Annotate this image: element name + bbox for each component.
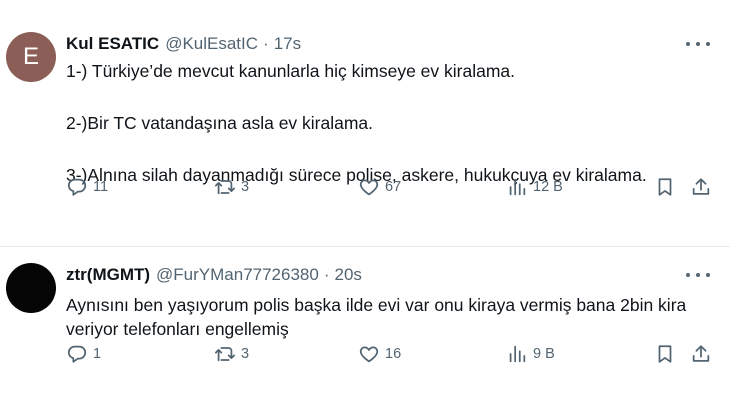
tweet-text: Aynısını ben yaşıyorum polis başka ilde … bbox=[66, 293, 714, 341]
bookmark-button[interactable] bbox=[654, 343, 676, 365]
like-count: 16 bbox=[385, 346, 402, 362]
views-chart-icon bbox=[509, 345, 526, 363]
tweet-content: ztr(MGMT) @FurYMan77726380 · 20s Aynısın… bbox=[66, 263, 714, 420]
handle[interactable]: @FurYMan77726380 bbox=[156, 263, 319, 287]
retweet-icon bbox=[214, 180, 236, 195]
tweet-header: Kul ESATIC @KulEsatIC · 17s bbox=[66, 32, 714, 56]
views-button[interactable]: 12 B bbox=[506, 176, 563, 198]
handle[interactable]: @KulEsatIC bbox=[165, 32, 258, 56]
tweet-header: ztr(MGMT) @FurYMan77726380 · 20s bbox=[66, 263, 714, 287]
retweet-count: 3 bbox=[241, 346, 250, 362]
tweet-text-line: 2-)Bir TC vatandaşına asla ev kiralama. bbox=[66, 113, 374, 133]
retweet-button[interactable]: 3 bbox=[214, 343, 249, 365]
share-icon bbox=[692, 178, 710, 195]
separator: · bbox=[263, 34, 269, 53]
separator: · bbox=[323, 265, 330, 284]
bookmark-button[interactable] bbox=[654, 176, 676, 198]
share-button[interactable] bbox=[690, 176, 712, 198]
views-button[interactable]: 9 B bbox=[506, 343, 555, 365]
bookmark-icon bbox=[658, 178, 672, 196]
avatar[interactable]: E bbox=[6, 32, 56, 82]
like-button[interactable]: 67 bbox=[358, 176, 401, 198]
reply-button[interactable]: 11 bbox=[66, 176, 108, 198]
tweet[interactable]: E Kul ESATIC @KulEsatIC · 17s 1-) Türkiy… bbox=[0, 0, 730, 247]
display-name[interactable]: ztr(MGMT) bbox=[66, 263, 150, 287]
more-dots-icon[interactable] bbox=[686, 267, 710, 283]
timestamp[interactable]: 17s bbox=[274, 32, 301, 56]
like-button[interactable]: 16 bbox=[358, 343, 401, 365]
reply-button[interactable]: 1 bbox=[66, 343, 101, 365]
reply-count: 1 bbox=[93, 346, 102, 362]
view-count: 9 B bbox=[533, 346, 555, 362]
share-button[interactable] bbox=[690, 343, 712, 365]
tweet[interactable]: ztr(MGMT) @FurYMan77726380 · 20s Aynısın… bbox=[0, 247, 730, 420]
share-icon bbox=[692, 345, 710, 362]
tweet-text: 1-) Türkiye’de mevcut kanunlarla hiç kim… bbox=[66, 59, 714, 187]
tweet-feed: E Kul ESATIC @KulEsatIC · 17s 1-) Türkiy… bbox=[0, 0, 730, 420]
avatar[interactable] bbox=[6, 263, 56, 313]
retweet-icon bbox=[214, 347, 236, 362]
views-chart-icon bbox=[509, 178, 526, 196]
reply-count: 11 bbox=[93, 179, 109, 195]
avatar-letter: E bbox=[22, 43, 39, 70]
more-dots-icon[interactable] bbox=[686, 36, 710, 52]
tweet-text-line: Aynısını ben yaşıyorum polis başka ilde … bbox=[66, 295, 687, 339]
display-name[interactable]: Kul ESATIC bbox=[66, 32, 159, 56]
reply-icon bbox=[67, 178, 87, 196]
reply-icon bbox=[67, 345, 87, 363]
bookmark-icon bbox=[658, 345, 672, 363]
retweet-button[interactable]: 3 bbox=[214, 176, 249, 198]
timestamp[interactable]: 20s bbox=[335, 263, 362, 287]
heart-icon bbox=[359, 179, 379, 196]
tweet-text-line: 1-) Türkiye’de mevcut kanunlarla hiç kim… bbox=[66, 61, 516, 81]
tweet-content: Kul ESATIC @KulEsatIC · 17s 1-) Türkiye’… bbox=[66, 32, 714, 246]
like-count: 67 bbox=[385, 179, 402, 195]
retweet-count: 3 bbox=[241, 179, 250, 195]
heart-icon bbox=[359, 346, 379, 363]
view-count: 12 B bbox=[533, 179, 563, 195]
